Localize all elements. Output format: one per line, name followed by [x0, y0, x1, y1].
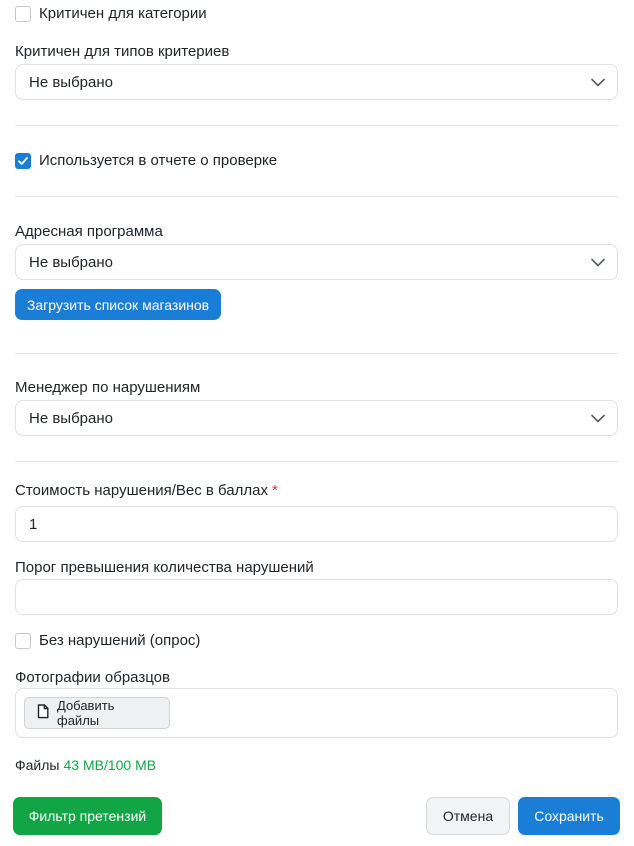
required-mark: *	[271, 482, 278, 499]
violation-manager-label: Менеджер по нарушениям	[15, 379, 201, 396]
file-icon	[37, 704, 49, 722]
files-size: 43 MB/100 MB	[63, 757, 157, 773]
critical-criteria-types-select[interactable]: Не выбрано	[15, 64, 618, 100]
used-in-report-checkbox[interactable]	[15, 152, 31, 169]
add-files-label: Добавить файлы	[57, 698, 115, 728]
claims-filter-button[interactable]: Фильтр претензий	[13, 797, 162, 835]
no-violations-checkbox[interactable]	[15, 632, 31, 649]
divider	[15, 196, 618, 197]
critical-category-row[interactable]: Критичен для категории	[15, 5, 207, 22]
divider	[15, 353, 618, 354]
files-usage: Файлы 43 MB/100 MB	[15, 757, 156, 773]
files-label: Файлы	[15, 757, 60, 773]
divider	[15, 125, 618, 126]
violation-cost-value: 1	[29, 515, 38, 533]
sample-photos-label: Фотографии образцов	[15, 669, 170, 686]
divider	[15, 461, 618, 462]
violation-manager-select[interactable]: Не выбрано	[15, 400, 618, 436]
violation-threshold-label: Порог превышения количества нарушений	[15, 559, 314, 576]
chevron-down-icon	[591, 74, 605, 91]
cancel-button[interactable]: Отмена	[426, 797, 510, 835]
chevron-down-icon	[591, 410, 605, 427]
violation-manager-value: Не выбрано	[29, 409, 113, 427]
critical-criteria-types-value: Не выбрано	[29, 73, 113, 91]
used-in-report-label: Используется в отчете о проверке	[39, 152, 278, 169]
load-stores-button[interactable]: Загрузить список магазинов	[15, 289, 221, 320]
checkmark-icon	[18, 156, 28, 165]
save-button[interactable]: Сохранить	[518, 797, 620, 835]
violation-cost-label: Стоимость нарушения/Вес в баллах *	[15, 482, 278, 499]
violation-threshold-input[interactable]	[15, 579, 618, 615]
used-in-report-row[interactable]: Используется в отчете о проверке	[15, 152, 277, 169]
critical-category-checkbox[interactable]	[15, 5, 31, 22]
no-violations-row[interactable]: Без нарушений (опрос)	[15, 632, 200, 649]
violation-cost-input[interactable]: 1	[15, 506, 618, 542]
address-program-value: Не выбрано	[29, 253, 113, 271]
critical-criteria-types-label: Критичен для типов критериев	[15, 43, 230, 60]
no-violations-label: Без нарушений (опрос)	[39, 632, 201, 649]
violation-cost-label-text: Стоимость нарушения/Вес в баллах	[15, 482, 268, 499]
critical-category-label: Критичен для категории	[39, 5, 207, 22]
add-files-button[interactable]: Добавить файлы	[24, 697, 170, 729]
address-program-label: Адресная программа	[15, 223, 163, 240]
address-program-select[interactable]: Не выбрано	[15, 244, 618, 280]
chevron-down-icon	[591, 254, 605, 271]
